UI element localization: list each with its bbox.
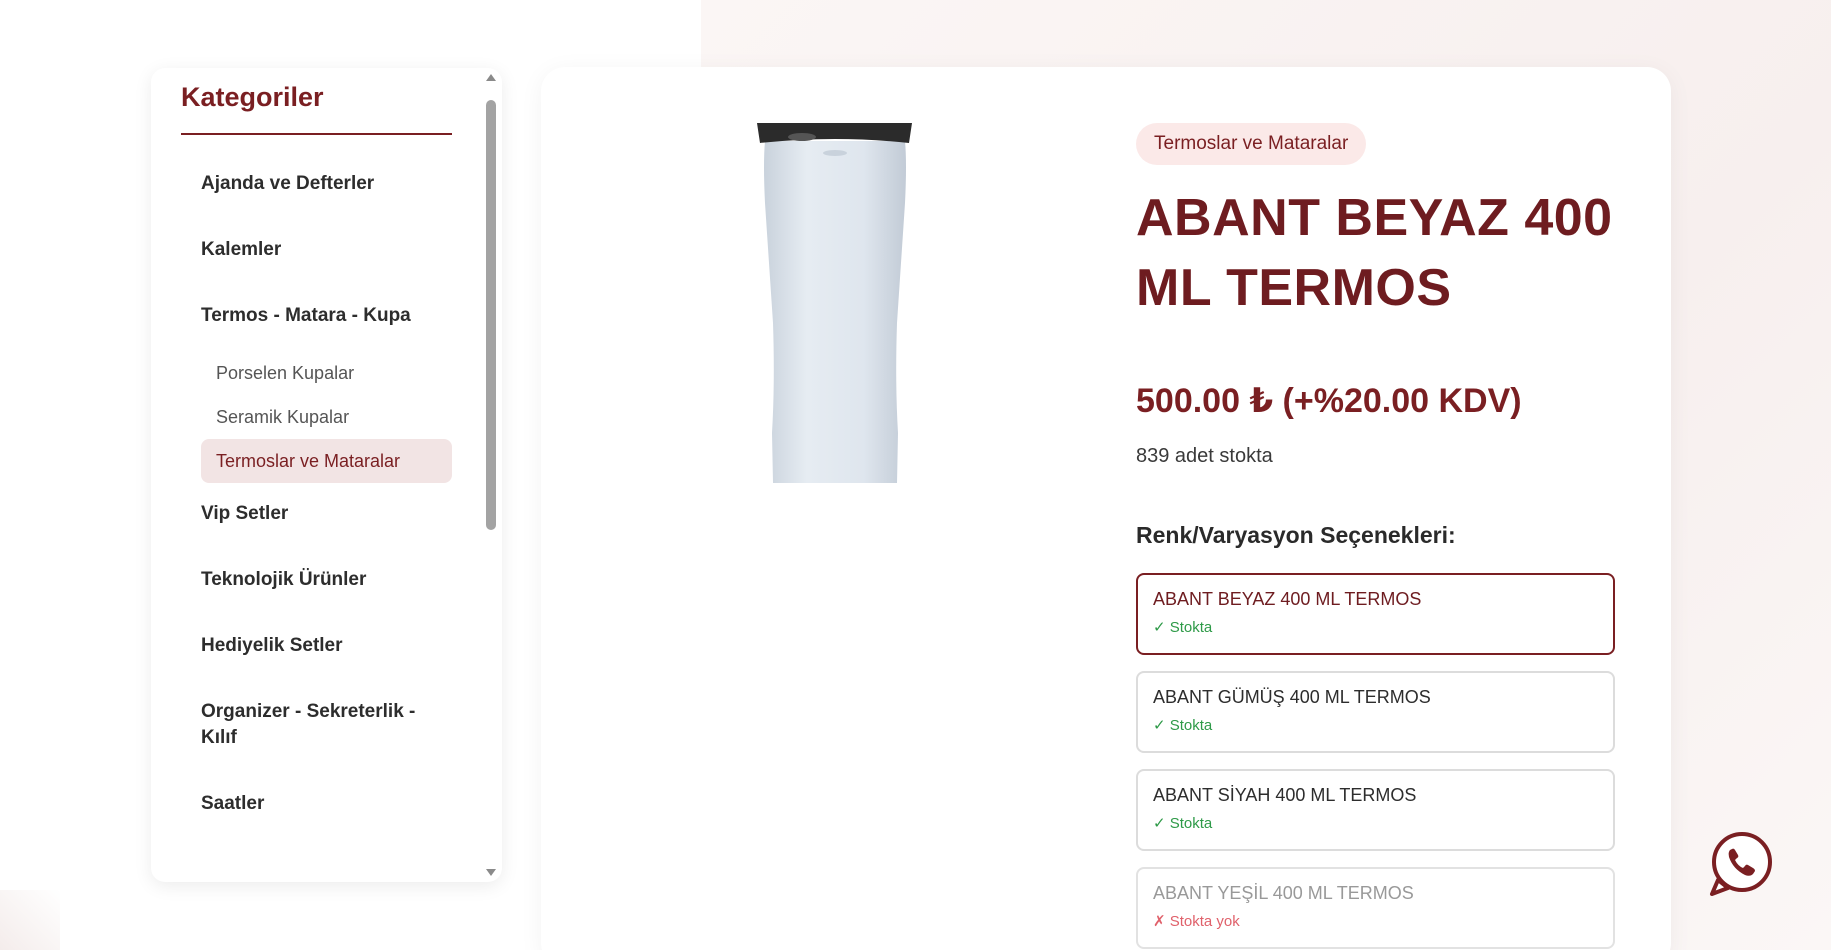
category-list: Ajanda ve Defterler Kalemler Termos - Ma… [181,171,452,817]
variant-name: ABANT BEYAZ 400 ML TERMOS [1153,589,1422,609]
variant-stock-status: ✓ Stokta [1153,717,1213,734]
product-card: Termoslar ve Mataralar ABANT BEYAZ 400 M… [541,67,1671,950]
product-title: ABANT BEYAZ 400 ML TERMOS [1136,189,1613,317]
category-sidebar: Kategoriler Ajanda ve Defterler Kalemler… [151,68,502,882]
variant-stock-status: ✓ Stokta [1153,815,1213,832]
thermos-image [757,123,912,483]
subcategory-porselen[interactable]: Porselen Kupalar [201,351,452,395]
variant-stock-status: ✓ Stokta [1153,619,1213,636]
category-badge[interactable]: Termoslar ve Mataralar [1136,123,1367,165]
variant-option-beyaz[interactable]: ABANT BEYAZ 400 ML TERMOS ✓ Stokta [1136,573,1615,655]
variant-option-siyah[interactable]: ABANT SİYAH 400 ML TERMOS ✓ Stokta [1136,769,1615,851]
scroll-thumb[interactable] [486,100,496,530]
variant-name: ABANT YEŞİL 400 ML TERMOS [1153,883,1414,903]
subcategory-list: Porselen Kupalar Seramik Kupalar Termosl… [201,351,452,483]
category-termos[interactable]: Termos - Matara - Kupa [201,303,452,329]
sidebar-scrollbar[interactable] [481,68,501,882]
variant-stock-status: ✗ Stokta yok [1153,913,1240,930]
category-hediyelik[interactable]: Hediyelik Setler [201,633,452,659]
category-organizer[interactable]: Organizer - Sekreterlik - Kılıf [201,699,452,751]
sidebar-title: Kategoriler [181,82,452,135]
whatsapp-phone-icon[interactable] [1708,832,1774,898]
scroll-up-arrow-icon[interactable] [486,74,496,81]
product-info: Termoslar ve Mataralar ABANT BEYAZ 400 M… [1136,123,1616,950]
category-vip[interactable]: Vip Setler [201,501,452,527]
variant-name: ABANT GÜMÜŞ 400 ML TERMOS [1153,687,1431,707]
variant-list: ABANT BEYAZ 400 ML TERMOS ✓ Stokta ABANT… [1136,573,1616,949]
subcategory-seramik[interactable]: Seramik Kupalar [201,395,452,439]
variant-option-gumus[interactable]: ABANT GÜMÜŞ 400 ML TERMOS ✓ Stokta [1136,671,1615,753]
category-kalemler[interactable]: Kalemler [201,237,452,263]
subcategory-termoslar-active[interactable]: Termoslar ve Mataralar [201,439,452,483]
background-corner-shape [0,890,60,950]
category-ajanda[interactable]: Ajanda ve Defterler [201,171,452,197]
variant-name: ABANT SİYAH 400 ML TERMOS [1153,785,1417,805]
variants-title: Renk/Varyasyon Seçenekleri: [1136,522,1456,548]
category-teknolojik[interactable]: Teknolojik Ürünler [201,567,452,593]
stock-count: 839 adet stokta [1136,445,1273,467]
product-price: 500.00 ₺ (+%20.00 KDV) [1136,382,1522,420]
category-saatler[interactable]: Saatler [201,791,452,817]
variant-option-yesil[interactable]: ABANT YEŞİL 400 ML TERMOS ✗ Stokta yok [1136,867,1615,949]
scroll-down-arrow-icon[interactable] [486,869,496,876]
